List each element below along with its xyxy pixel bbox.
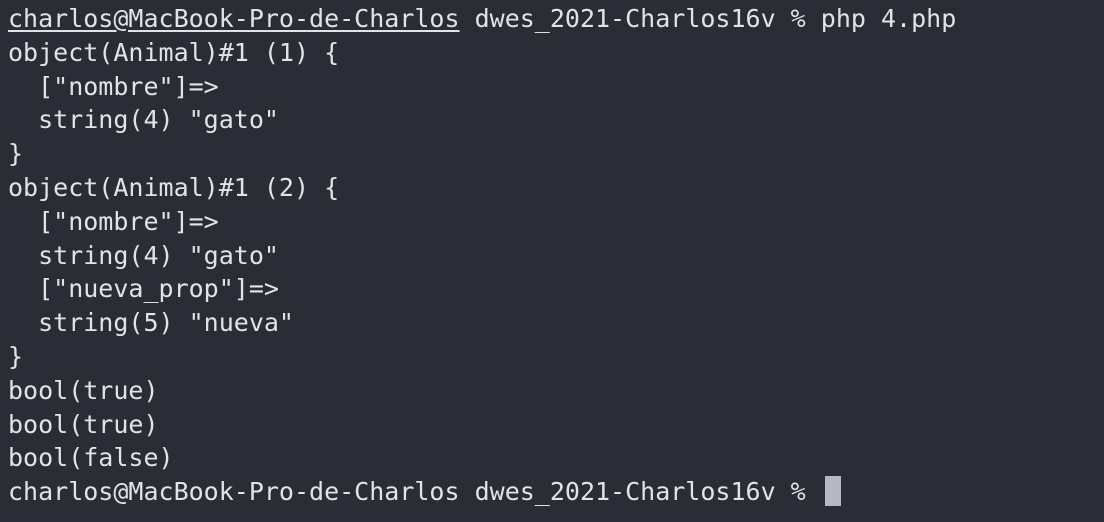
output-line: string(4) "gato" <box>8 105 279 135</box>
output-line: bool(true) <box>8 409 159 439</box>
active-prompt-line[interactable]: charlos@MacBook-Pro-de-Charlos dwes_2021… <box>8 475 1104 509</box>
output-line: } <box>8 341 24 371</box>
active-prompt: charlos@MacBook-Pro-de-Charlos dwes_2021… <box>8 477 821 507</box>
output-line: string(4) "gato" <box>8 240 279 270</box>
output-line: } <box>8 139 24 169</box>
prompt-command: dwes_2021-Charlos16v % php 4.php <box>459 4 957 33</box>
output-line: object(Animal)#1 (2) { <box>8 172 340 202</box>
output-line: ["nombre"]=> <box>8 71 219 101</box>
prompt-user-host: charlos@MacBook-Pro-de-Charlos <box>8 4 460 33</box>
text-cursor[interactable] <box>824 476 841 507</box>
output-line: object(Animal)#1 (1) { <box>8 37 340 67</box>
terminal-window[interactable]: charlos@MacBook-Pro-de-Charlos dwes_2021… <box>0 0 1104 522</box>
output-line: bool(false) <box>8 443 174 473</box>
output-line: bool(true) <box>8 375 159 405</box>
output-line: ["nombre"]=> <box>8 206 219 236</box>
output-line: string(5) "nueva" <box>8 308 294 338</box>
output-line: ["nueva_prop"]=> <box>8 274 279 304</box>
command-prompt-line: charlos@MacBook-Pro-de-Charlos dwes_2021… <box>8 2 1104 36</box>
